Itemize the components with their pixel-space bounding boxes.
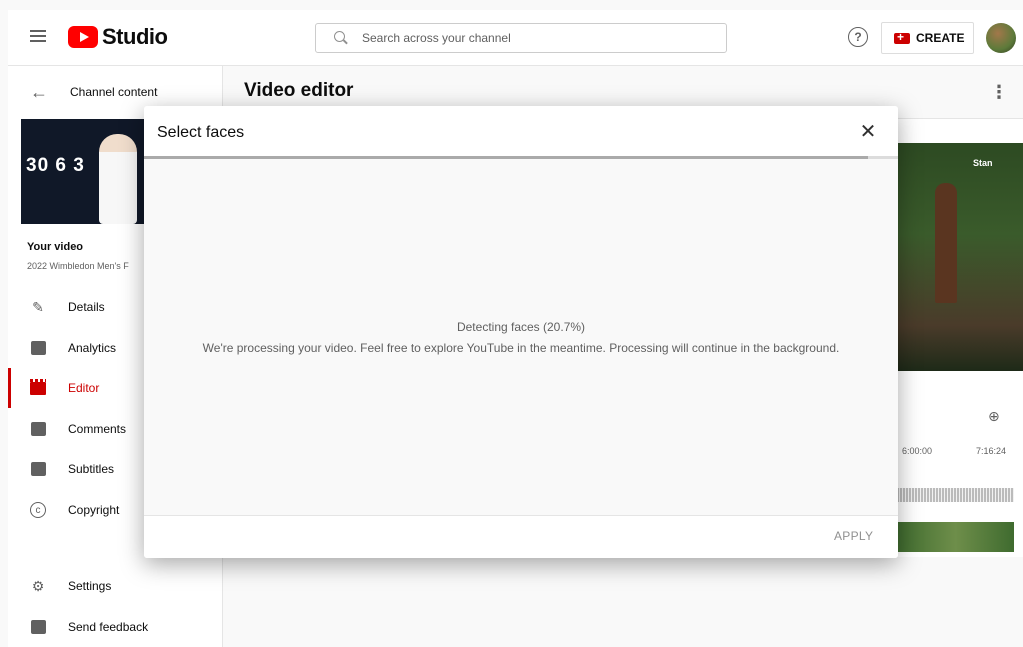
close-icon[interactable]: ✕ xyxy=(858,122,878,142)
dialog-body: Detecting faces (20.7%) We're processing… xyxy=(144,159,898,515)
dialog-title: Select faces xyxy=(157,124,245,141)
apply-button[interactable]: APPLY xyxy=(834,529,873,543)
processing-message: We're processing your video. Feel free t… xyxy=(202,341,840,355)
select-faces-dialog: Select faces ✕ Detecting faces (20.7%) W… xyxy=(144,106,898,558)
detecting-status: Detecting faces (20.7%) xyxy=(456,320,586,334)
dialog-footer: APPLY xyxy=(144,515,898,558)
dialog-header: Select faces ✕ xyxy=(144,106,898,159)
